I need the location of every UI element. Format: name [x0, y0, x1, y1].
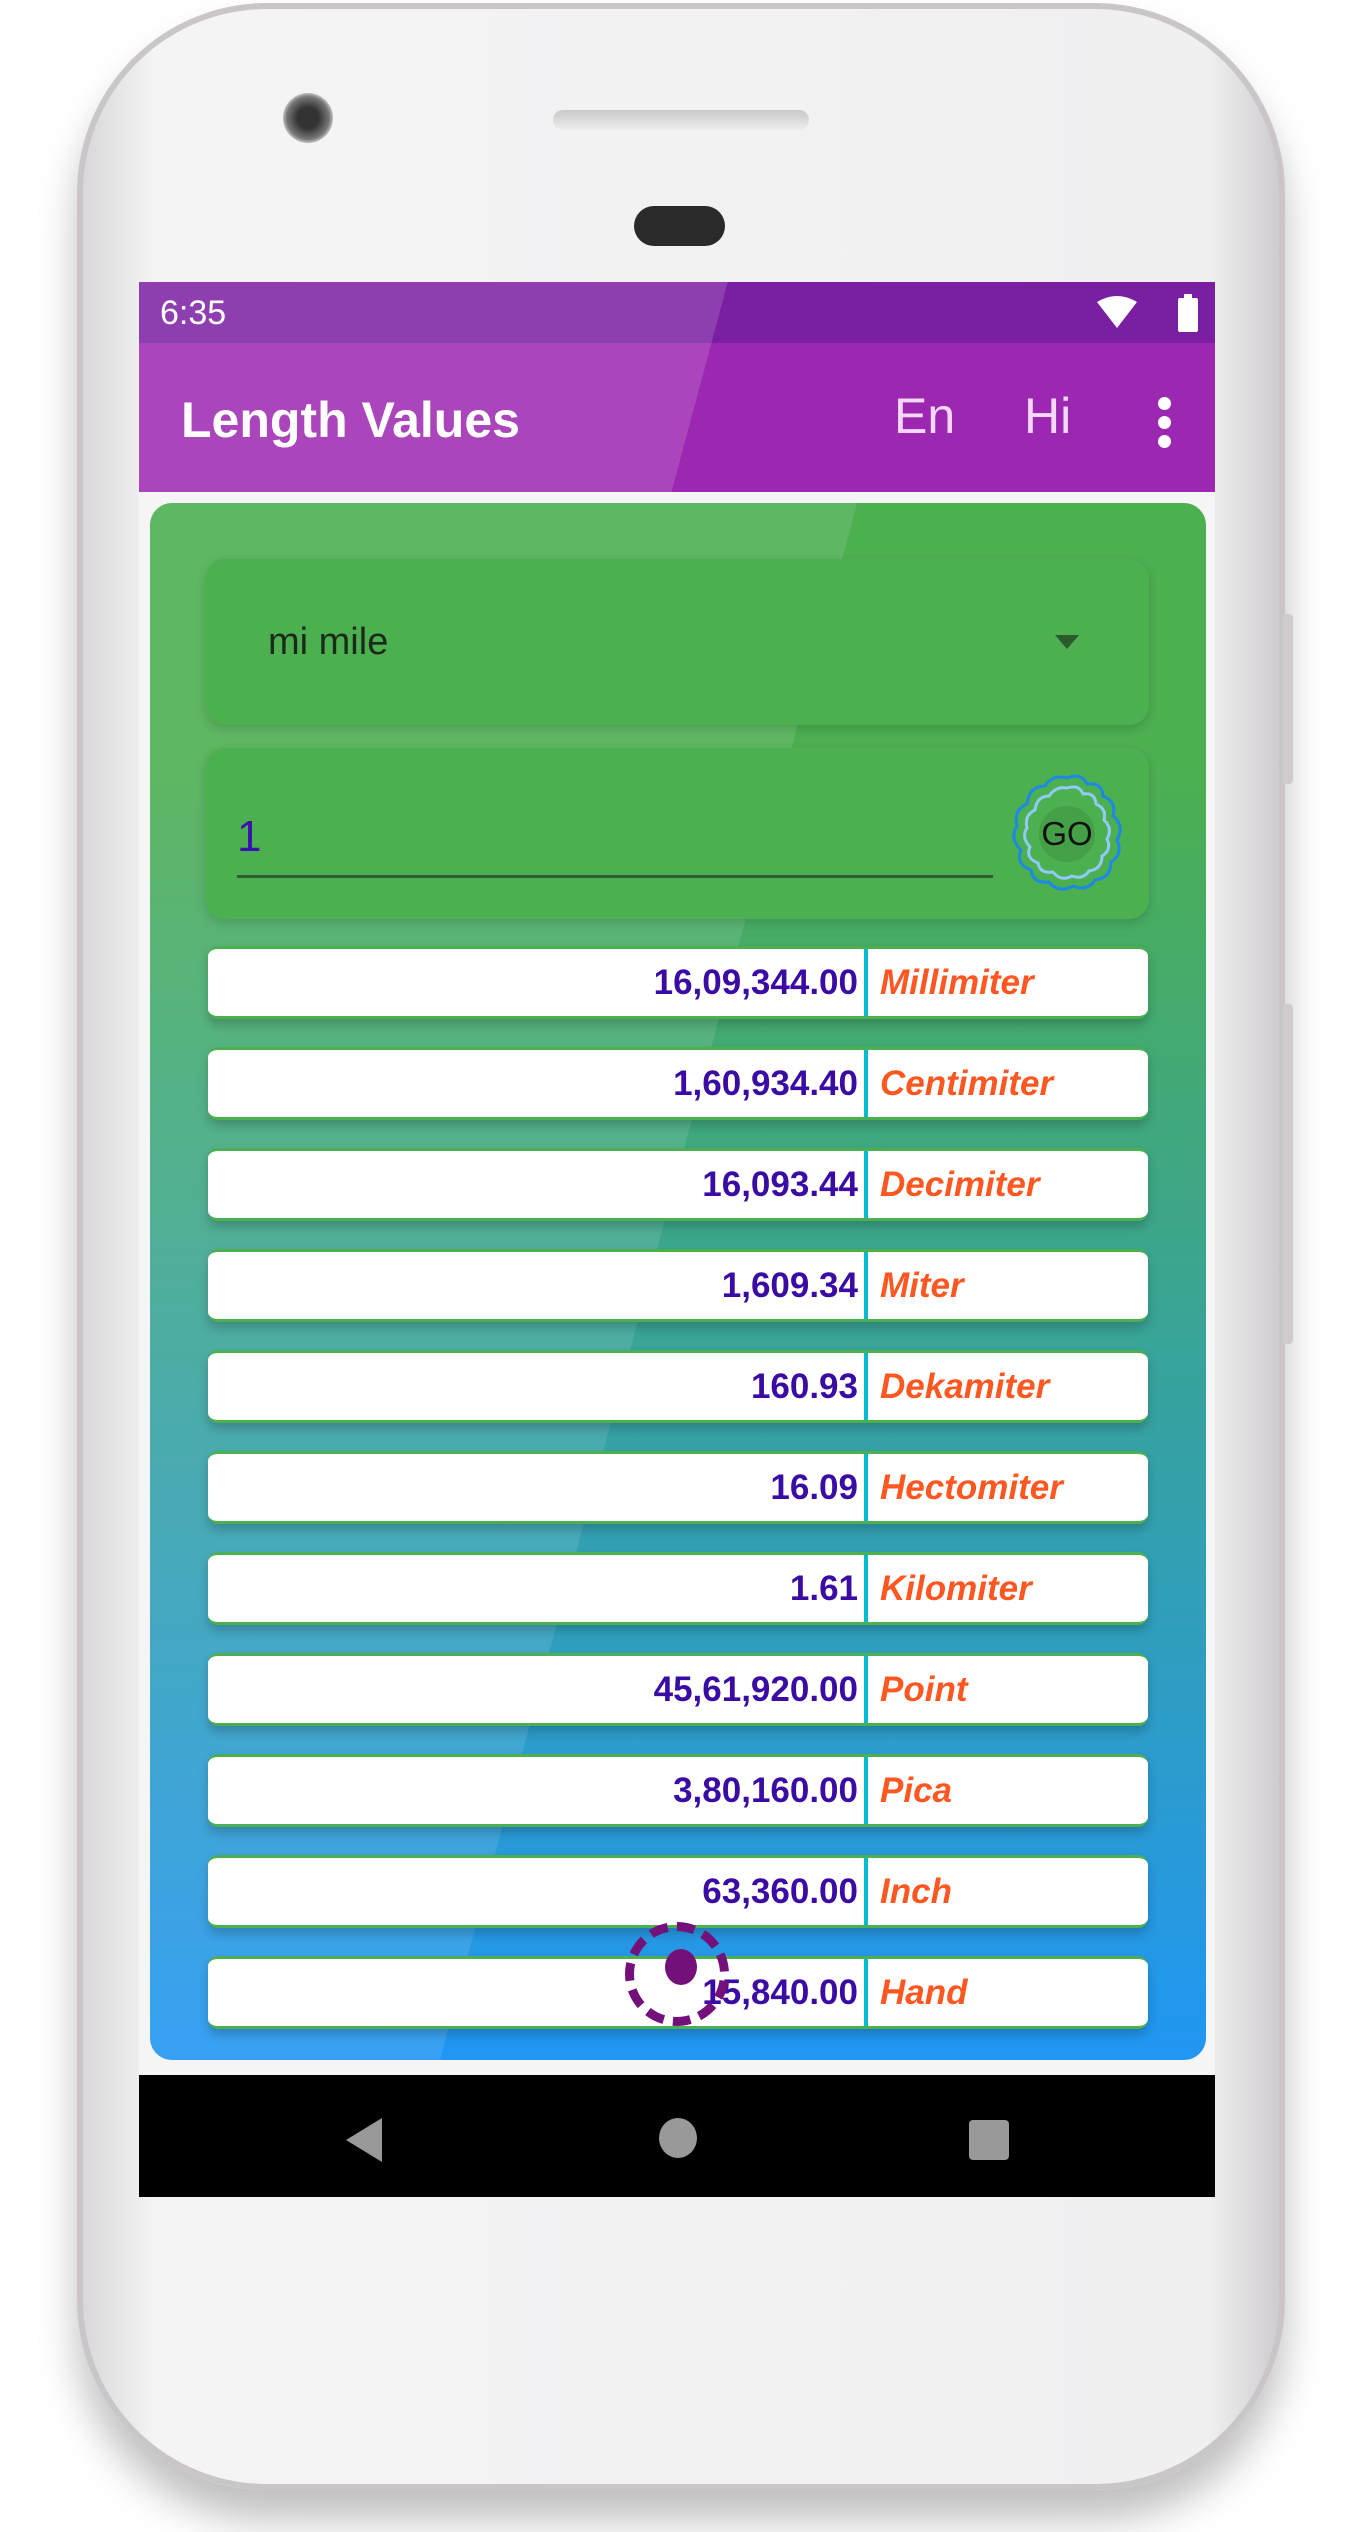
result-unit: Pica: [880, 1771, 952, 1810]
row-divider: [864, 1757, 868, 1824]
result-row: 1,609.34 Miter: [208, 1249, 1148, 1322]
result-row: 3,80,160.00 Pica: [208, 1754, 1148, 1827]
result-value: 16.09: [770, 1468, 858, 1507]
result-row: 45,61,920.00 Point: [208, 1653, 1148, 1726]
unit-dropdown-value: mi mile: [268, 621, 389, 663]
row-divider: [864, 1555, 868, 1622]
result-row: 63,360.00 Inch: [208, 1855, 1148, 1928]
result-value: 45,61,920.00: [653, 1670, 858, 1709]
wifi-icon: [1097, 296, 1137, 328]
recent-apps-icon[interactable]: [969, 2120, 1009, 2160]
result-unit: Hectomiter: [880, 1468, 1063, 1507]
navigation-bar: [139, 2075, 1215, 2197]
result-value: 160.93: [750, 1367, 858, 1406]
result-value: 1.61: [789, 1569, 858, 1608]
result-value: 15,840.00: [702, 1973, 858, 2012]
go-button[interactable]: GO: [1005, 772, 1129, 896]
result-row: 160.93 Dekamiter: [208, 1350, 1148, 1423]
more-vertical-icon[interactable]: [1149, 397, 1179, 448]
touch-dot: [665, 1949, 697, 1985]
result-value: 63,360.00: [702, 1872, 858, 1911]
result-unit: Hand: [880, 1973, 968, 2012]
front-camera: [283, 93, 333, 143]
result-unit: Dekamiter: [880, 1367, 1050, 1406]
page-title: Length Values: [181, 392, 520, 448]
earpiece: [634, 206, 725, 246]
result-unit: Centimiter: [880, 1064, 1054, 1103]
result-row: 16,09,344.00 Millimiter: [208, 946, 1148, 1019]
result-row: 16,093.44 Decimiter: [208, 1148, 1148, 1221]
row-divider: [864, 1151, 868, 1218]
result-unit: Inch: [880, 1872, 952, 1911]
result-value: 16,093.44: [702, 1165, 858, 1204]
status-time: 6:35: [160, 294, 227, 332]
back-icon[interactable]: [346, 2118, 382, 2162]
result-unit: Millimiter: [880, 963, 1034, 1002]
language-en-button[interactable]: En: [894, 387, 955, 445]
result-value: 3,80,160.00: [673, 1771, 858, 1810]
speaker-grille: [553, 110, 809, 130]
screen: 6:35 Length Values En Hi mi mile 1 GO 16…: [139, 282, 1215, 2197]
dropdown-arrow-icon: [1055, 635, 1079, 649]
result-row: 16.09 Hectomiter: [208, 1451, 1148, 1524]
value-input[interactable]: [237, 798, 993, 878]
result-value: 1,609.34: [721, 1266, 858, 1305]
unit-dropdown[interactable]: mi mile: [205, 559, 1149, 725]
row-divider: [864, 1454, 868, 1521]
result-value: 16,09,344.00: [653, 963, 858, 1002]
touch-indicator: [625, 1922, 729, 2026]
result-unit: Point: [880, 1670, 968, 1709]
row-divider: [864, 1959, 868, 2026]
volume-button: [1283, 1004, 1293, 1344]
go-label: GO: [1041, 815, 1093, 852]
row-divider: [864, 1656, 868, 1723]
battery-icon: [1178, 294, 1198, 332]
row-divider: [864, 1353, 868, 1420]
row-divider: [864, 1050, 868, 1117]
result-row: 1,60,934.40 Centimiter: [208, 1047, 1148, 1120]
result-unit: Decimiter: [880, 1165, 1040, 1204]
row-divider: [864, 949, 868, 1016]
result-unit: Miter: [880, 1266, 964, 1305]
result-unit: Kilomiter: [880, 1569, 1032, 1608]
app-bar: Length Values En Hi: [139, 343, 1215, 492]
language-hi-button[interactable]: Hi: [1024, 387, 1071, 445]
row-divider: [864, 1252, 868, 1319]
row-divider: [864, 1858, 868, 1925]
converter-card: mi mile GO 16,09,344.00 Millimiter 1,60,9…: [150, 503, 1206, 2060]
result-value: 1,60,934.40: [673, 1064, 858, 1103]
input-panel: GO: [205, 748, 1149, 919]
power-button: [1283, 614, 1293, 784]
home-icon[interactable]: [659, 2118, 697, 2158]
result-row: 1.61 Kilomiter: [208, 1552, 1148, 1625]
status-bar: 6:35: [139, 282, 1215, 343]
